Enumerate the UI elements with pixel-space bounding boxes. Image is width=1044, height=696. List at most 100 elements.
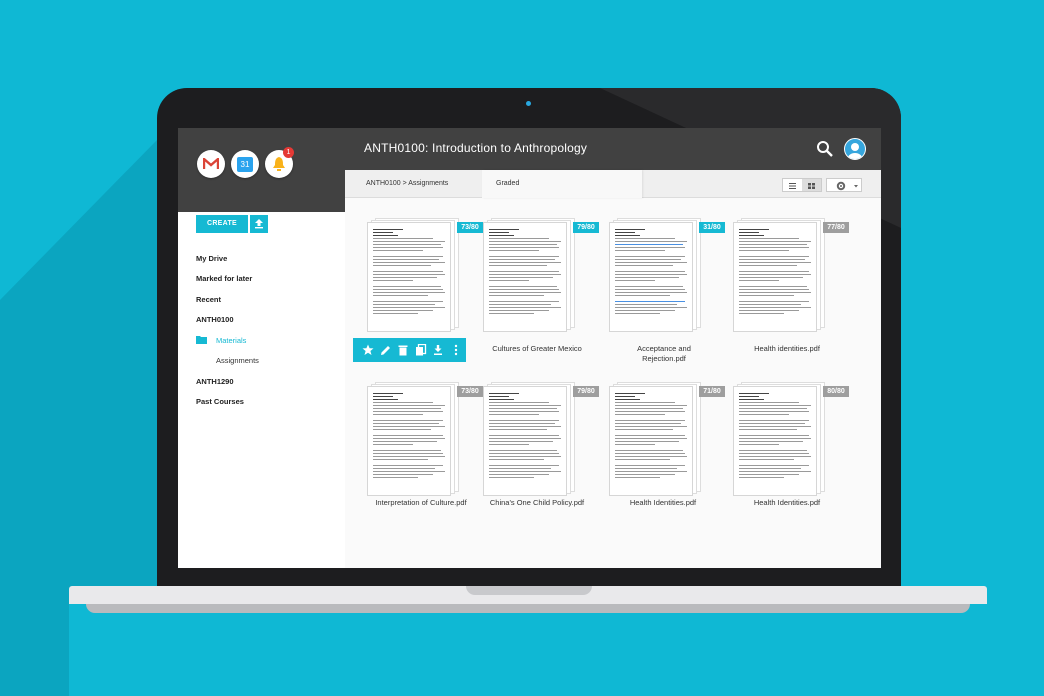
text-line (373, 256, 443, 257)
document-thumbnail[interactable]: 73/80 (367, 218, 483, 336)
document-thumbnail[interactable]: 80/80 (733, 382, 849, 500)
document-thumbnail[interactable]: 79/80 (483, 382, 599, 500)
text-line (489, 450, 557, 451)
file-grid: 73/80 79/80 Cultures of Greater Mexico 31/8… (345, 198, 881, 568)
list-view-button[interactable] (783, 179, 802, 191)
document-thumbnail[interactable]: 73/80 (367, 382, 483, 500)
document-thumbnail[interactable]: 31/80 (609, 218, 725, 336)
grade-badge: 79/80 (573, 222, 599, 233)
nav-materials[interactable]: Materials (216, 336, 246, 345)
text-line (739, 271, 809, 272)
text-line (615, 247, 685, 248)
text-line (739, 274, 811, 275)
nav-my-drive[interactable]: My Drive (196, 254, 227, 263)
more-icon[interactable] (450, 344, 462, 356)
edit-icon[interactable] (380, 344, 392, 356)
text-line (739, 232, 759, 233)
text-line (739, 244, 807, 245)
text-line (739, 238, 799, 239)
text-line (373, 280, 413, 281)
text-line (615, 399, 640, 400)
text-line (373, 429, 431, 430)
text-line (373, 241, 445, 242)
text-line (615, 408, 683, 409)
text-line (373, 426, 445, 427)
text-line (615, 295, 670, 296)
nav-assignments[interactable]: Assignments (216, 356, 259, 365)
text-line (739, 426, 811, 427)
text-line (489, 247, 559, 248)
text-line (615, 426, 687, 427)
star-icon[interactable] (362, 344, 374, 356)
text-line (489, 286, 557, 287)
text-line (739, 477, 784, 478)
text-line (615, 229, 645, 230)
screen: ANTH0100: Introduction to Anthropology 3… (178, 128, 881, 568)
gmail-app[interactable] (197, 150, 225, 178)
text-line (739, 468, 801, 469)
text-line (739, 277, 803, 278)
text-line (615, 241, 687, 242)
file-action-bar (353, 338, 466, 362)
text-line (615, 286, 683, 287)
text-line (489, 256, 559, 257)
nav-anth1290[interactable]: ANTH1290 (196, 377, 234, 386)
upload-button[interactable] (250, 215, 268, 233)
text-line (489, 411, 559, 412)
calendar-app[interactable]: 31 (231, 150, 259, 178)
text-line (615, 292, 687, 293)
copy-icon[interactable] (415, 344, 427, 356)
tab-graded[interactable]: Graded (482, 170, 642, 198)
text-line (739, 247, 809, 248)
download-icon[interactable] (432, 344, 444, 356)
text-line (489, 393, 519, 394)
grid-view-button[interactable] (802, 179, 821, 191)
notifications-app[interactable]: 1 (265, 147, 294, 178)
avatar[interactable] (844, 138, 866, 160)
text-line (489, 304, 551, 305)
text-line (373, 471, 445, 472)
text-line (373, 247, 443, 248)
text-line (615, 441, 679, 442)
text-line (489, 405, 561, 406)
file-name: China's One Child Policy.pdf (489, 498, 585, 507)
text-line (489, 441, 553, 442)
nav-marked-for-later[interactable]: Marked for later (196, 274, 252, 283)
text-line (373, 453, 443, 454)
text-line (739, 304, 801, 305)
text-line (489, 259, 555, 260)
document-thumbnail[interactable]: 77/80 (733, 218, 849, 336)
file-name: Cultures of Greater Mexico (492, 344, 582, 353)
app-strip (178, 170, 345, 212)
text-line (615, 232, 635, 233)
trash-icon[interactable] (397, 344, 409, 356)
text-line (373, 450, 441, 451)
text-line (739, 411, 809, 412)
text-line (739, 313, 784, 314)
text-line (615, 465, 685, 466)
text-line (739, 310, 799, 311)
nav-recent[interactable]: Recent (196, 295, 221, 304)
text-line (739, 405, 811, 406)
text-line (373, 238, 433, 239)
text-line (739, 450, 807, 451)
nav-anth0100[interactable]: ANTH0100 (196, 315, 234, 324)
settings-button[interactable] (826, 178, 862, 192)
document-thumbnail[interactable]: 71/80 (609, 382, 725, 500)
text-line (615, 301, 685, 302)
create-button[interactable]: CREATE (196, 215, 248, 233)
search-icon[interactable] (816, 140, 834, 158)
file-name: Interpretation of Culture.pdf (375, 498, 467, 507)
text-line (489, 438, 561, 439)
text-line (373, 286, 441, 287)
text-line (739, 438, 811, 439)
breadcrumb[interactable]: ANTH0100 > Assignments (366, 180, 448, 187)
text-line (489, 426, 561, 427)
document-thumbnail[interactable]: 79/80 (483, 218, 599, 336)
text-line (373, 456, 445, 457)
grid-icon (808, 183, 815, 189)
text-line (373, 396, 393, 397)
text-line (489, 465, 559, 466)
text-line (615, 471, 687, 472)
nav-past-courses[interactable]: Past Courses (196, 397, 244, 406)
